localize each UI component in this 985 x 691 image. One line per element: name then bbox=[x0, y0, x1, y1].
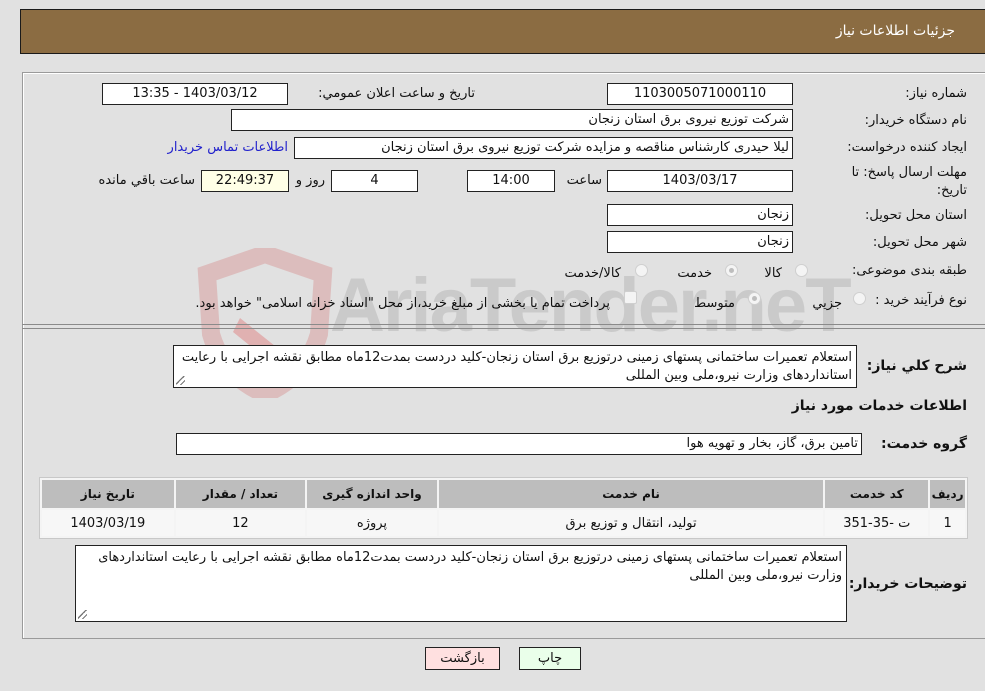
creator-label: ايجاد کننده درخواست: bbox=[847, 140, 967, 155]
deadline-time-field: 14:00 bbox=[467, 170, 555, 192]
deadline-label-line2: تاريخ: bbox=[936, 183, 967, 198]
category-option-goods-service: کالا/خدمت bbox=[564, 266, 621, 281]
remaining-days-field: 4 bbox=[331, 170, 418, 192]
services-table: رديف کد خدمت نام خدمت واحد اندازه گيری ت… bbox=[39, 477, 968, 539]
province-field: زنجان bbox=[607, 204, 793, 226]
description-label: شرح کلي نياز: bbox=[866, 358, 967, 374]
col-unit: واحد اندازه گيری bbox=[307, 480, 437, 508]
back-button[interactable]: بازگشت bbox=[425, 647, 500, 670]
province-label: استان محل تحويل: bbox=[865, 208, 967, 223]
announce-datetime-label: تاريخ و ساعت اعلان عمومي: bbox=[318, 86, 475, 101]
service-group-field: تامين برق، گاز، بخار و تهويه هوا bbox=[176, 433, 862, 455]
col-service-name: نام خدمت bbox=[438, 480, 824, 508]
buyer-org-field: شرکت توزيع نيروی برق استان زنجان bbox=[231, 109, 793, 131]
purchase-option-minor: جزيي bbox=[812, 296, 842, 311]
cell-quantity: 12 bbox=[175, 510, 306, 536]
purchase-option-medium: متوسط bbox=[694, 296, 735, 311]
services-section-title: اطلاعات خدمات مورد نياز bbox=[791, 398, 967, 414]
deadline-date-field: 1403/03/17 bbox=[607, 170, 793, 192]
col-quantity: تعداد / مقدار bbox=[175, 480, 306, 508]
deadline-time-label: ساعت bbox=[566, 173, 602, 188]
need-number-label: شماره نياز: bbox=[905, 86, 967, 101]
cell-need-date: 1403/03/19 bbox=[42, 510, 174, 536]
remaining-label: ساعت باقي مانده bbox=[98, 173, 195, 188]
description-text: استعلام تعميرات ساختمانی پستهای زمينی در… bbox=[181, 350, 852, 383]
col-service-code: کد خدمت bbox=[825, 480, 929, 508]
buyer-notes-label: توضيحات خريدار: bbox=[848, 576, 967, 592]
cell-service-code: ت -35-351 bbox=[825, 510, 929, 536]
remaining-time-field: 22:49:37 bbox=[201, 170, 289, 192]
col-row-number: رديف bbox=[930, 480, 965, 508]
cell-row-number: 1 bbox=[930, 510, 965, 536]
category-label: طبقه بندی موضوعی: bbox=[851, 263, 967, 278]
service-group-label: گروه خدمت: bbox=[881, 436, 967, 452]
page-title: جزئيات اطلاعات نياز bbox=[835, 23, 955, 39]
city-field: زنجان bbox=[607, 231, 793, 253]
page-header: جزئيات اطلاعات نياز bbox=[20, 9, 985, 54]
print-button[interactable]: چاپ bbox=[519, 647, 581, 670]
category-radio-goods-service[interactable] bbox=[635, 264, 648, 277]
treasury-checkbox-label: پرداخت تمام يا بخشی از مبلغ خريد،از محل … bbox=[195, 296, 610, 311]
days-label: روز و bbox=[295, 173, 325, 188]
purchase-radio-minor[interactable] bbox=[853, 292, 866, 305]
resize-handle-icon[interactable] bbox=[78, 610, 87, 619]
description-textarea[interactable]: استعلام تعميرات ساختمانی پستهای زمينی در… bbox=[173, 345, 857, 388]
category-option-goods: کالا bbox=[764, 266, 782, 281]
treasury-checkbox[interactable] bbox=[624, 291, 637, 304]
resize-handle-icon[interactable] bbox=[176, 376, 185, 385]
buyer-contact-link[interactable]: اطلاعات تماس خريدار bbox=[168, 140, 288, 155]
city-label: شهر محل تحويل: bbox=[872, 235, 967, 250]
cell-unit: پروژه bbox=[307, 510, 437, 536]
buyer-notes-textarea[interactable]: استعلام تعميرات ساختمانی پستهای زمينی در… bbox=[75, 545, 847, 622]
category-radio-service[interactable] bbox=[725, 264, 738, 277]
table-header-row: رديف کد خدمت نام خدمت واحد اندازه گيری ت… bbox=[42, 480, 965, 508]
section-divider bbox=[22, 324, 985, 325]
announce-datetime-field: 1403/03/12 - 13:35 bbox=[102, 83, 288, 105]
cell-service-name: توليد، انتقال و توزيع برق bbox=[438, 510, 824, 536]
creator-field: ليلا حيدری کارشناس مناقصه و مزايده شرکت … bbox=[294, 137, 793, 159]
purchase-type-label: نوع فرآيند خريد : bbox=[875, 293, 967, 308]
buyer-notes-text: استعلام تعميرات ساختمانی پستهای زمينی در… bbox=[98, 550, 842, 583]
category-radio-goods[interactable] bbox=[795, 264, 808, 277]
section-divider bbox=[22, 328, 985, 329]
table-row: 1 ت -35-351 توليد، انتقال و توزيع برق پر… bbox=[42, 510, 965, 536]
buyer-org-label: نام دستگاه خريدار: bbox=[864, 113, 967, 128]
col-need-date: تاريخ نياز bbox=[42, 480, 174, 508]
need-number-field: 1103005071000110 bbox=[607, 83, 793, 105]
category-option-service: خدمت bbox=[677, 266, 712, 281]
purchase-radio-medium[interactable] bbox=[748, 292, 761, 305]
deadline-label-line1: مهلت ارسال پاسخ: تا bbox=[851, 165, 967, 180]
